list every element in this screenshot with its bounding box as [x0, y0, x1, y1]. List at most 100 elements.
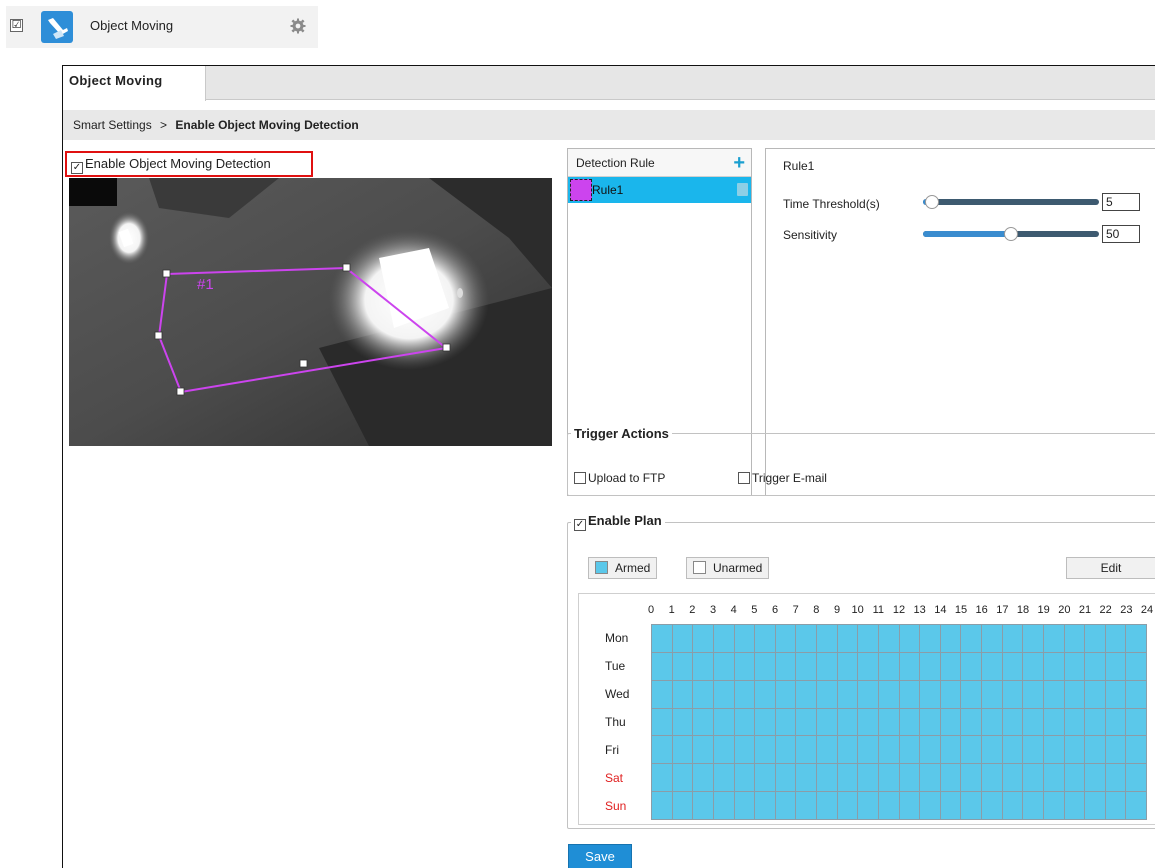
schedule-cell[interactable]: [940, 680, 962, 709]
schedule-cell[interactable]: [1023, 680, 1044, 709]
schedule-cell[interactable]: [1023, 708, 1044, 737]
schedule-cell[interactable]: [713, 764, 735, 793]
time-threshold-input[interactable]: 5: [1102, 193, 1140, 211]
upload-ftp-checkbox[interactable]: [574, 472, 586, 484]
schedule-cell[interactable]: [1002, 708, 1024, 737]
schedule-cell[interactable]: [1085, 764, 1106, 793]
schedule-cell[interactable]: [837, 652, 859, 681]
trigger-email-checkbox[interactable]: [738, 472, 750, 484]
schedule-cell[interactable]: [1105, 764, 1127, 793]
schedule-cell[interactable]: [734, 736, 756, 765]
schedule-cell[interactable]: [940, 736, 962, 765]
schedule-cell[interactable]: [734, 792, 756, 820]
schedule-cell[interactable]: [755, 792, 776, 820]
schedule-cell[interactable]: [775, 792, 797, 820]
schedule-cell[interactable]: [796, 680, 817, 709]
schedule-cell[interactable]: [878, 652, 900, 681]
schedule-cell[interactable]: [837, 792, 859, 820]
schedule-cell[interactable]: [796, 764, 817, 793]
enable-plan-checkbox[interactable]: ✓: [574, 519, 586, 531]
schedule-cell[interactable]: [837, 625, 859, 653]
save-button[interactable]: Save: [568, 844, 632, 868]
schedule-cell[interactable]: [1105, 792, 1127, 820]
schedule-cell[interactable]: [961, 736, 982, 765]
schedule-cell[interactable]: [734, 708, 756, 737]
schedule-cell[interactable]: [920, 652, 941, 681]
schedule-cell[interactable]: [672, 736, 694, 765]
rule-item-rule1[interactable]: Rule1: [568, 177, 751, 203]
schedule-cell[interactable]: [878, 708, 900, 737]
schedule-cell[interactable]: [878, 625, 900, 653]
schedule-cell[interactable]: [817, 708, 838, 737]
enable-detection-row[interactable]: ✓ Enable Object Moving Detection: [65, 151, 313, 177]
schedule-cell[interactable]: [652, 652, 673, 681]
video-preview[interactable]: #1: [69, 178, 552, 446]
schedule-cell[interactable]: [899, 792, 921, 820]
schedule-cell[interactable]: [817, 736, 838, 765]
trigger-email-option[interactable]: Trigger E-mail: [738, 471, 827, 485]
schedule-cell[interactable]: [920, 736, 941, 765]
schedule-cell[interactable]: [817, 652, 838, 681]
schedule-cell[interactable]: [920, 708, 941, 737]
schedule-cell[interactable]: [1085, 736, 1106, 765]
schedule-cell[interactable]: [982, 625, 1003, 653]
schedule-cell[interactable]: [672, 792, 694, 820]
schedule-cell[interactable]: [899, 625, 921, 653]
schedule-cell[interactable]: [817, 625, 838, 653]
schedule-cell[interactable]: [1126, 764, 1147, 793]
schedule-cell[interactable]: [796, 792, 817, 820]
schedule-cell[interactable]: [1126, 792, 1147, 820]
schedule-cell[interactable]: [940, 764, 962, 793]
schedule-cell[interactable]: [837, 764, 859, 793]
schedule-cell[interactable]: [858, 764, 879, 793]
schedule-cell[interactable]: [1043, 708, 1065, 737]
schedule-cell[interactable]: [672, 625, 694, 653]
schedule-cell[interactable]: [1126, 680, 1147, 709]
schedule-cell[interactable]: [817, 764, 838, 793]
schedule-cell[interactable]: [693, 680, 714, 709]
schedule-cell[interactable]: [775, 708, 797, 737]
schedule-cell[interactable]: [899, 764, 921, 793]
schedule-cell[interactable]: [1064, 736, 1086, 765]
schedule-cell[interactable]: [796, 625, 817, 653]
schedule-cell[interactable]: [734, 625, 756, 653]
schedule-cell[interactable]: [878, 736, 900, 765]
time-threshold-handle[interactable]: [924, 195, 939, 209]
schedule-cell[interactable]: [1043, 764, 1065, 793]
schedule-cell[interactable]: [693, 792, 714, 820]
schedule-cell[interactable]: [899, 708, 921, 737]
schedule-cell[interactable]: [1002, 680, 1024, 709]
schedule-cell[interactable]: [940, 652, 962, 681]
schedule-cell[interactable]: [1002, 625, 1024, 653]
schedule-cell[interactable]: [693, 625, 714, 653]
video-canvas[interactable]: [69, 178, 552, 446]
schedule-cell[interactable]: [775, 680, 797, 709]
feature-enable-checkbox[interactable]: ☑: [10, 19, 23, 32]
schedule-cell[interactable]: [817, 792, 838, 820]
schedule-cell[interactable]: [755, 708, 776, 737]
schedule-cell[interactable]: [1105, 625, 1127, 653]
time-threshold-slider[interactable]: [923, 195, 1099, 209]
schedule-cell[interactable]: [1064, 652, 1086, 681]
schedule-cell[interactable]: [961, 764, 982, 793]
schedule-cell[interactable]: [837, 680, 859, 709]
schedule-cell[interactable]: [1043, 625, 1065, 653]
schedule-cell[interactable]: [1126, 625, 1147, 653]
schedule-cell[interactable]: [693, 652, 714, 681]
schedule-cell[interactable]: [899, 652, 921, 681]
schedule-cell[interactable]: [1085, 680, 1106, 709]
schedule-cell[interactable]: [982, 708, 1003, 737]
schedule-cell[interactable]: [713, 680, 735, 709]
gear-icon[interactable]: [290, 18, 306, 34]
schedule-cell[interactable]: [878, 792, 900, 820]
schedule-cell[interactable]: [713, 792, 735, 820]
schedule-cell[interactable]: [1085, 708, 1106, 737]
plus-icon[interactable]: +: [733, 153, 745, 173]
schedule-cell[interactable]: [858, 652, 879, 681]
schedule-cell[interactable]: [796, 736, 817, 765]
schedule-cell[interactable]: [734, 652, 756, 681]
sensitivity-handle[interactable]: [1004, 227, 1018, 241]
schedule-cell[interactable]: [1043, 736, 1065, 765]
schedule-cell[interactable]: [1064, 792, 1086, 820]
schedule-cell[interactable]: [713, 708, 735, 737]
